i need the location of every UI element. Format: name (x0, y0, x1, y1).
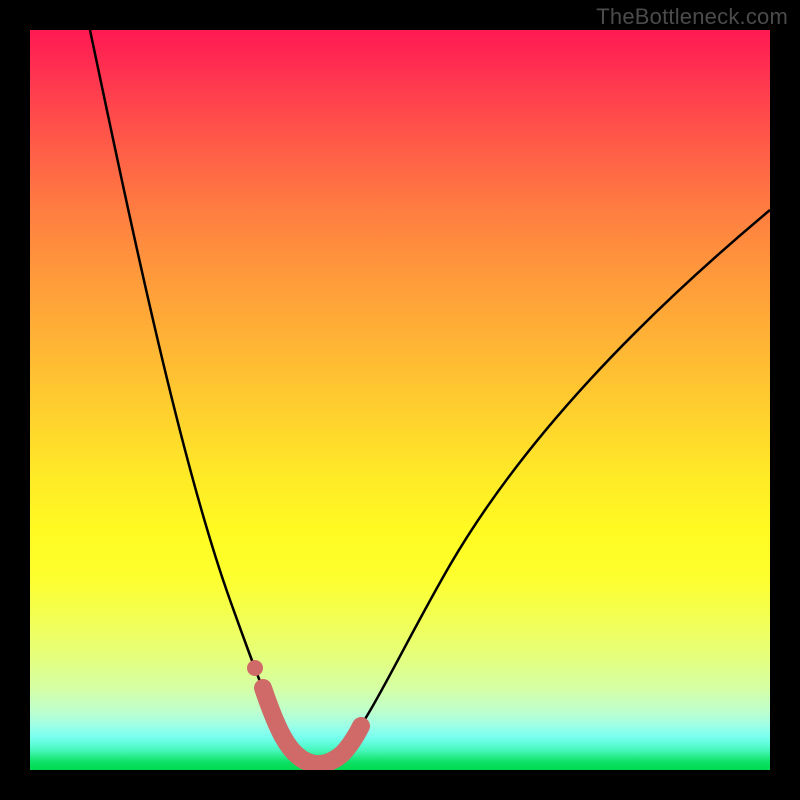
bottleneck-curve-svg (30, 30, 770, 770)
bottleneck-curve (90, 30, 770, 764)
highlight-segment (263, 688, 361, 764)
highlight-dot (247, 660, 263, 676)
watermark-text: TheBottleneck.com (596, 4, 788, 30)
plot-area (30, 30, 770, 770)
chart-frame: TheBottleneck.com (0, 0, 800, 800)
